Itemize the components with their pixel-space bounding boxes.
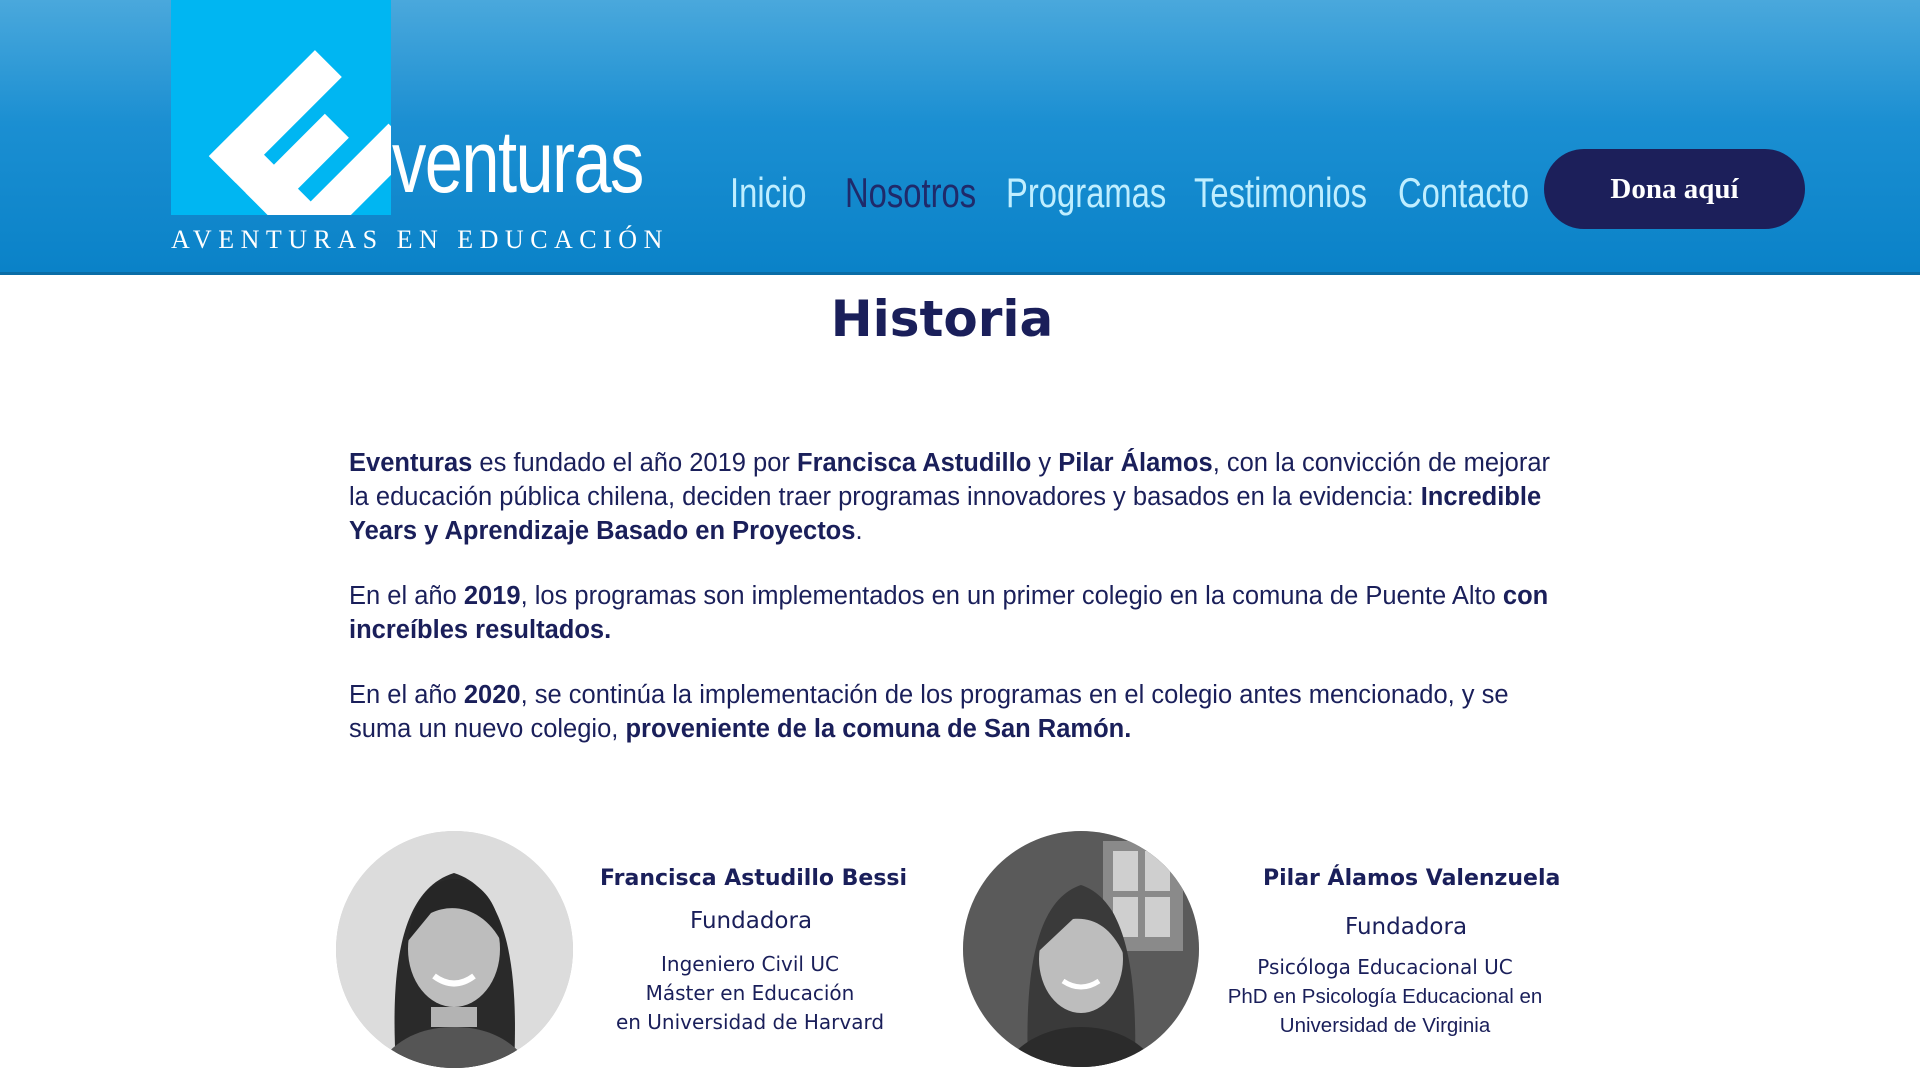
founder-credentials: Ingeniero Civil UC Máster en Educación e… [600, 950, 900, 1037]
founder-name: Pilar Álamos Valenzuela [1263, 866, 1561, 891]
nav-item-nosotros[interactable]: Nosotros [845, 168, 976, 218]
history-text: Eventuras es fundado el año 2019 por Fra… [349, 446, 1554, 777]
page-title: Historia [830, 290, 1054, 348]
text-bold: Pilar Álamos [1058, 449, 1213, 477]
history-paragraph-2: En el año 2019, los programas son implem… [349, 579, 1554, 647]
founder-credentials: Psicóloga Educacional UC PhD en Psicolog… [1220, 953, 1550, 1040]
text: En el año [349, 681, 464, 709]
text-bold: Francisca Astudillo [797, 449, 1032, 477]
portrait-image [963, 831, 1199, 1067]
founder-role: Fundadora [690, 908, 813, 934]
history-paragraph-3: En el año 2020, se continúa la implement… [349, 678, 1554, 746]
site-header: venturas AVENTURAS EN EDUCACIÓN Inicio N… [0, 0, 1920, 275]
text-bold: proveniente de la comuna de San Ramón. [625, 715, 1132, 743]
text-bold: Eventuras [349, 449, 473, 477]
text: y [1031, 449, 1059, 477]
credential-line: Máster en Educación [645, 981, 855, 1005]
nav-item-programas[interactable]: Programas [1006, 168, 1166, 218]
nav-item-inicio[interactable]: Inicio [730, 168, 806, 218]
logo-wordmark[interactable]: venturas [392, 118, 644, 206]
text: , los programas son implementados en un … [520, 582, 1503, 610]
founder-photo-francisca [336, 831, 573, 1068]
logo-tagline: AVENTURAS EN EDUCACIÓN [171, 225, 669, 254]
text-bold: 2019 [463, 582, 521, 610]
text: es fundado el año 2019 por [472, 449, 797, 477]
credential-line: Psicóloga Educacional UC [1257, 955, 1513, 979]
text: En el año [349, 582, 464, 610]
text-bold: 2020 [463, 681, 521, 709]
donate-button[interactable]: Dona aquí [1544, 149, 1805, 229]
founder-photo-pilar [963, 831, 1199, 1067]
logo-mark[interactable] [171, 0, 391, 215]
text: . [855, 517, 863, 545]
logo-e-icon [208, 50, 391, 215]
founder-name: Francisca Astudillo Bessi [600, 866, 908, 891]
history-paragraph-1: Eventuras es fundado el año 2019 por Fra… [349, 446, 1554, 548]
credential-line: Universidad de Virginia [1279, 1014, 1491, 1037]
credential-line: en Universidad de Harvard [615, 1010, 885, 1034]
credential-line: Ingeniero Civil UC [661, 952, 839, 976]
credential-line: PhD en Psicología Educacional en [1227, 985, 1543, 1008]
nav-item-contacto[interactable]: Contacto [1398, 168, 1529, 218]
founder-role: Fundadora [1345, 914, 1468, 940]
portrait-image [336, 831, 573, 1068]
nav-item-testimonios[interactable]: Testimonios [1194, 168, 1367, 218]
